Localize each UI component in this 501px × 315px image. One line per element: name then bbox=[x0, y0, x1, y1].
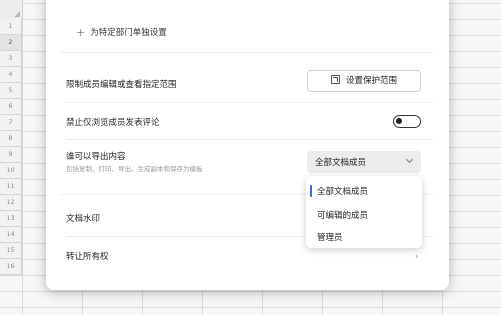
row-header[interactable]: 3 bbox=[0, 51, 22, 67]
option-all-members[interactable]: 全部文档成员 bbox=[317, 185, 368, 197]
section-divider bbox=[60, 52, 434, 53]
export-sublabel: 包括复制、打印、导出、生成副本和保存为模板 bbox=[66, 165, 203, 173]
chevron-right-icon: › bbox=[415, 252, 419, 262]
divider bbox=[66, 102, 433, 103]
export-permission-select[interactable]: 全部文档成员 bbox=[307, 151, 421, 173]
option-editors[interactable]: 可编辑的成员 bbox=[317, 209, 368, 221]
row-header[interactable]: 11 bbox=[0, 179, 22, 195]
row-header[interactable]: 16 bbox=[0, 259, 22, 275]
row-header[interactable]: 14 bbox=[0, 227, 22, 243]
corner-triangle-icon bbox=[14, 11, 20, 17]
toggle-knob bbox=[396, 118, 402, 124]
export-label: 谁可以导出内容 bbox=[66, 152, 126, 162]
chevron-down-icon bbox=[405, 155, 414, 164]
row-header[interactable]: 8 bbox=[0, 131, 22, 147]
plus-icon: + bbox=[76, 26, 86, 39]
row-header[interactable]: 4 bbox=[0, 67, 22, 83]
transfer-ownership-label: 转让所有权 bbox=[66, 252, 109, 262]
row-header[interactable]: 13 bbox=[0, 211, 22, 227]
set-protection-range-label: 设置保护范围 bbox=[345, 76, 397, 86]
selected-indicator bbox=[310, 185, 312, 197]
set-protection-range-button[interactable]: 设置保护范围 bbox=[307, 70, 421, 92]
row-header[interactable]: 2 bbox=[0, 35, 22, 51]
disable-comments-toggle[interactable] bbox=[393, 115, 421, 128]
row-header[interactable]: 7 bbox=[0, 115, 22, 131]
row-header[interactable]: 12 bbox=[0, 195, 22, 211]
row-header[interactable]: 5 bbox=[0, 83, 22, 99]
select-all-corner[interactable] bbox=[0, 0, 23, 20]
row-headers: 1 2 3 4 5 6 7 8 9 10 11 12 13 14 15 16 bbox=[0, 19, 22, 275]
option-admins[interactable]: 管理员 bbox=[317, 231, 343, 243]
disable-comments-label: 禁止仅浏览成员发表评论 bbox=[66, 118, 160, 128]
external-link-icon bbox=[330, 75, 340, 84]
row-header[interactable]: 9 bbox=[0, 147, 22, 163]
divider bbox=[66, 139, 433, 140]
row-header[interactable]: 1 bbox=[0, 19, 22, 35]
export-options-dropdown: 全部文档成员 可编辑的成员 管理员 bbox=[306, 176, 422, 248]
restrict-range-label: 限制成员编辑或查看指定范围 bbox=[66, 80, 177, 90]
row-header[interactable]: 15 bbox=[0, 243, 22, 259]
row-header[interactable]: 6 bbox=[0, 99, 22, 115]
watermark-label: 文档水印 bbox=[66, 214, 101, 224]
row-header[interactable]: 10 bbox=[0, 163, 22, 179]
add-department-label: 为特定部门单独设置 bbox=[90, 28, 167, 38]
add-department-setting[interactable]: + 为特定部门单独设置 bbox=[76, 26, 167, 39]
export-selected-value: 全部文档成员 bbox=[315, 158, 367, 168]
